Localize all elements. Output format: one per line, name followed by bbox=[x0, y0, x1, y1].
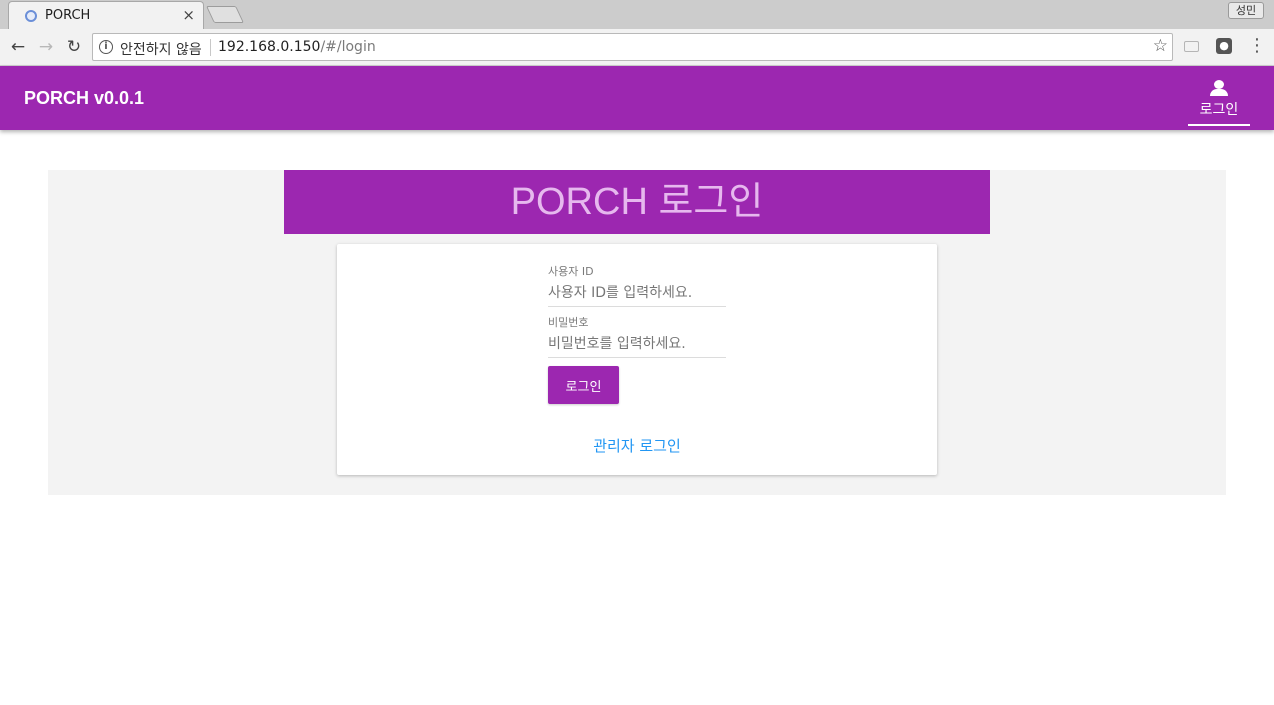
password-field: 비밀번호 bbox=[548, 314, 726, 358]
bookmark-star-icon[interactable]: ☆ bbox=[1153, 36, 1168, 56]
address-bar[interactable]: i 안전하지 않음 192.168.0.150/#/login ☆ bbox=[92, 33, 1173, 61]
cast-extension-icon[interactable] bbox=[1184, 41, 1199, 52]
browser-toolbar: ← → ↻ i 안전하지 않음 192.168.0.150/#/login ☆ … bbox=[0, 29, 1274, 66]
appbar-login-label: 로그인 bbox=[1199, 102, 1239, 118]
login-banner: PORCH 로그인 bbox=[284, 170, 990, 234]
close-tab-icon[interactable]: × bbox=[182, 6, 195, 24]
tab-title: PORCH bbox=[45, 8, 91, 23]
password-input[interactable] bbox=[548, 330, 726, 358]
lightbulb-extension-icon[interactable]: ● bbox=[1216, 38, 1232, 54]
person-icon bbox=[1214, 80, 1224, 89]
url-path: /#/login bbox=[320, 39, 376, 55]
person-icon-body bbox=[1210, 89, 1228, 96]
password-label: 비밀번호 bbox=[548, 316, 589, 329]
user-id-input[interactable] bbox=[548, 279, 726, 307]
profile-button[interactable]: 성민 bbox=[1228, 2, 1264, 19]
url-host: 192.168.0.150 bbox=[218, 39, 321, 55]
login-card: 사용자 ID 비밀번호 로그인 관리자 로그인 bbox=[337, 244, 937, 475]
new-tab-button[interactable] bbox=[206, 6, 244, 23]
browser-tab[interactable]: PORCH × bbox=[8, 1, 204, 29]
more-menu-icon[interactable]: ⋮ bbox=[1248, 36, 1266, 56]
user-id-label: 사용자 ID bbox=[548, 265, 594, 278]
app-title: PORCH v0.0.1 bbox=[24, 88, 145, 108]
app-bar: PORCH v0.0.1 로그인 bbox=[0, 66, 1274, 130]
back-arrow-icon[interactable]: ← bbox=[8, 37, 28, 57]
reload-icon[interactable]: ↻ bbox=[64, 37, 84, 57]
forward-arrow-icon[interactable]: → bbox=[36, 37, 56, 57]
security-status[interactable]: 안전하지 않음 bbox=[120, 39, 202, 59]
login-button[interactable]: 로그인 bbox=[548, 366, 619, 404]
page-title: PORCH 로그인 bbox=[510, 181, 764, 223]
url-text[interactable]: 192.168.0.150/#/login bbox=[218, 39, 376, 55]
tab-strip: PORCH × 성민 bbox=[0, 0, 1274, 29]
info-icon[interactable]: i bbox=[99, 40, 113, 54]
user-id-field: 사용자 ID bbox=[548, 263, 726, 307]
appbar-login-button[interactable]: 로그인 bbox=[1188, 66, 1250, 126]
address-divider bbox=[210, 39, 211, 56]
favicon-icon bbox=[25, 10, 37, 22]
admin-login-link[interactable]: 관리자 로그인 bbox=[337, 435, 937, 456]
